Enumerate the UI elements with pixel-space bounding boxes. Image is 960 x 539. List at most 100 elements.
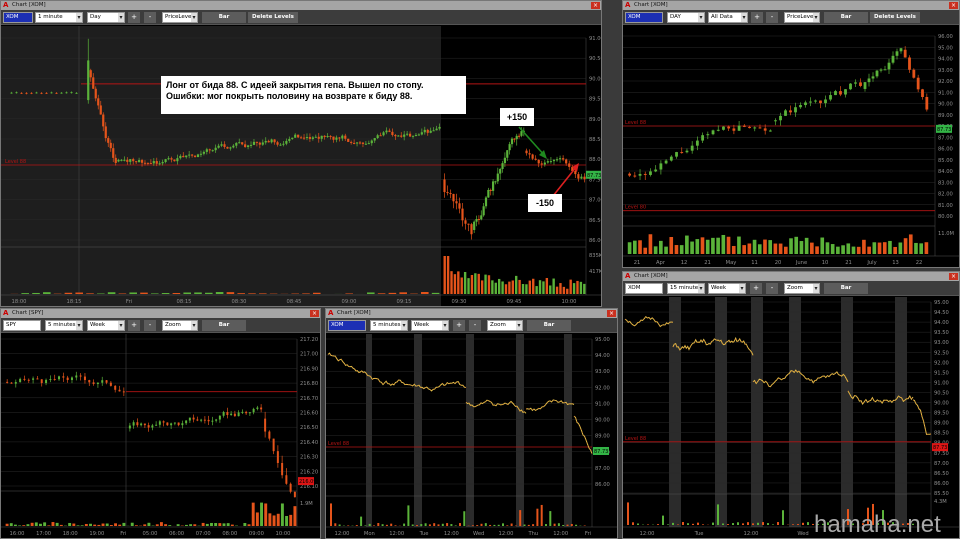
chart-canvas[interactable]: 91.0090.5090.0089.5089.0088.5088.0087.50… xyxy=(1,26,601,307)
close-icon[interactable]: × xyxy=(949,2,958,9)
symbol-field[interactable]: XOM xyxy=(625,283,663,294)
chart-window-spy-5min[interactable]: AChart [SPY] × SPY 5 minutes Week + - Zoo… xyxy=(0,308,321,539)
volume-bar xyxy=(851,246,856,254)
chart-canvas[interactable]: 217.20 217.00 216.90 216.80 216.70 216.60 216.… xyxy=(1,334,320,539)
time-tick-label: 12:00 xyxy=(640,531,655,537)
volume-bar xyxy=(243,522,247,526)
candle xyxy=(921,89,924,98)
candle xyxy=(794,107,797,113)
delete-levels-button[interactable]: Delete Levels xyxy=(870,12,920,23)
candle xyxy=(30,92,33,94)
volume-bar xyxy=(569,279,572,294)
volume-bar xyxy=(716,237,720,254)
chart-canvas[interactable]: 95.0094.0093.0092.0091.0090.0089.0088.00… xyxy=(326,334,617,539)
close-icon[interactable]: × xyxy=(591,2,600,9)
close-icon[interactable]: × xyxy=(310,310,319,317)
candle xyxy=(173,159,176,162)
candle xyxy=(499,169,502,174)
volume-bar xyxy=(549,511,552,526)
zoom-in-button[interactable]: + xyxy=(453,320,465,331)
bar-button[interactable]: Bar xyxy=(527,320,571,331)
chart-window-xom-1min[interactable]: AChart [XOM] × XOM 1 minute Day + - Price… xyxy=(0,0,602,307)
candle xyxy=(695,140,699,146)
candle xyxy=(27,379,30,381)
delete-levels-button[interactable]: Delete Levels xyxy=(248,12,298,23)
close-icon[interactable]: × xyxy=(949,273,958,280)
title-bar[interactable]: A Chart [SPY] × xyxy=(1,309,320,318)
chart-window-xom-5min[interactable]: AChart [XOM] × XOM 5 minutes Week + - Zoo… xyxy=(325,308,618,539)
zoom-out-button[interactable]: - xyxy=(766,12,778,23)
symbol-field[interactable]: XOM xyxy=(3,12,33,23)
symbol-field[interactable]: SPY xyxy=(3,320,41,331)
bar-button[interactable]: Bar xyxy=(202,12,246,23)
tool-select[interactable]: Zoom xyxy=(784,283,820,294)
chart-canvas[interactable]: 95.00 94.50 94.00 93.50 93.00 92.50 92.00 91.50… xyxy=(623,297,959,539)
annotation-plus-150: +150 xyxy=(500,108,534,126)
interval-select[interactable]: 15 minutes xyxy=(667,283,705,294)
range-select[interactable]: Week xyxy=(411,320,449,331)
volume-bar xyxy=(463,511,466,526)
bar-button[interactable]: Bar xyxy=(824,283,868,294)
candle xyxy=(706,134,710,136)
volume-bar xyxy=(491,280,494,294)
interval-select[interactable]: 5 minutes xyxy=(370,320,408,331)
candle xyxy=(480,215,483,220)
volume-bar xyxy=(908,234,913,254)
volume-bar xyxy=(51,522,55,526)
candle xyxy=(809,101,812,103)
title-bar[interactable]: A Chart [XOM] × xyxy=(1,1,601,10)
chart-window-xom-daily[interactable]: AChart [XOM] × XOM DAY All Data + - Price… xyxy=(622,0,960,268)
zoom-in-button[interactable]: + xyxy=(128,320,140,331)
bar-button[interactable]: Bar xyxy=(824,12,868,23)
title-bar[interactable]: A Chart [XOM] × xyxy=(623,272,959,281)
time-tick-label: 10:00 xyxy=(562,299,577,305)
interval-select[interactable]: DAY xyxy=(667,12,705,23)
zoom-in-button[interactable]: + xyxy=(128,12,140,23)
tool-select[interactable]: PriceLevel xyxy=(784,12,820,23)
zoom-out-button[interactable]: - xyxy=(766,283,778,294)
tool-select[interactable]: PriceLevel xyxy=(162,12,198,23)
bar-button[interactable]: Bar xyxy=(202,320,246,331)
candle xyxy=(182,155,185,158)
tool-select[interactable]: Zoom xyxy=(162,320,198,331)
symbol-field[interactable]: XOM xyxy=(625,12,663,23)
volume-bar xyxy=(494,282,497,294)
interval-select[interactable]: 1 minute xyxy=(35,12,83,23)
volume-bar xyxy=(334,523,337,526)
volume-bar xyxy=(47,525,51,526)
candle xyxy=(568,163,571,167)
price-tick-label: 89.00 xyxy=(589,117,601,123)
zoom-out-button[interactable]: - xyxy=(144,12,156,23)
candle xyxy=(487,189,490,198)
title-bar[interactable]: A Chart [XOM] × xyxy=(623,1,959,10)
zoom-in-button[interactable]: + xyxy=(750,283,762,294)
interval-select[interactable]: 5 minutes xyxy=(45,320,83,331)
zoom-out-button[interactable]: - xyxy=(469,320,481,331)
candle xyxy=(118,389,121,392)
level-label: Level 88 xyxy=(328,441,349,447)
time-tick-label: 08:00 xyxy=(222,531,237,537)
logo-icon: A xyxy=(625,1,631,9)
chart-canvas[interactable]: 96.00 95.00 94.00 93.00 92.00 91.00 90.00 89.00… xyxy=(623,26,959,268)
price-tick-label: 93.00 xyxy=(938,68,953,74)
zoom-out-button[interactable]: - xyxy=(144,320,156,331)
range-select[interactable]: Week xyxy=(87,320,125,331)
symbol-field[interactable]: XOM xyxy=(328,320,366,331)
range-select[interactable]: Week xyxy=(708,283,746,294)
candle xyxy=(203,419,206,421)
candle xyxy=(555,159,559,161)
candle xyxy=(403,134,406,137)
tool-select[interactable]: Zoom xyxy=(487,320,523,331)
title-bar[interactable]: A Chart [XOM] × xyxy=(326,309,617,318)
candle xyxy=(235,142,238,146)
range-select[interactable]: Day xyxy=(87,12,125,23)
zoom-in-button[interactable]: + xyxy=(751,12,763,23)
close-icon[interactable]: × xyxy=(607,310,616,317)
chart-window-xom-15min[interactable]: AChart [XOM] × XOM 15 minutes Week + - Zo… xyxy=(622,271,960,539)
range-select[interactable]: All Data xyxy=(708,12,748,23)
candle xyxy=(261,142,264,145)
candle xyxy=(288,138,291,141)
price-line xyxy=(672,336,754,356)
volume-bar xyxy=(506,525,509,526)
candle xyxy=(214,147,217,151)
